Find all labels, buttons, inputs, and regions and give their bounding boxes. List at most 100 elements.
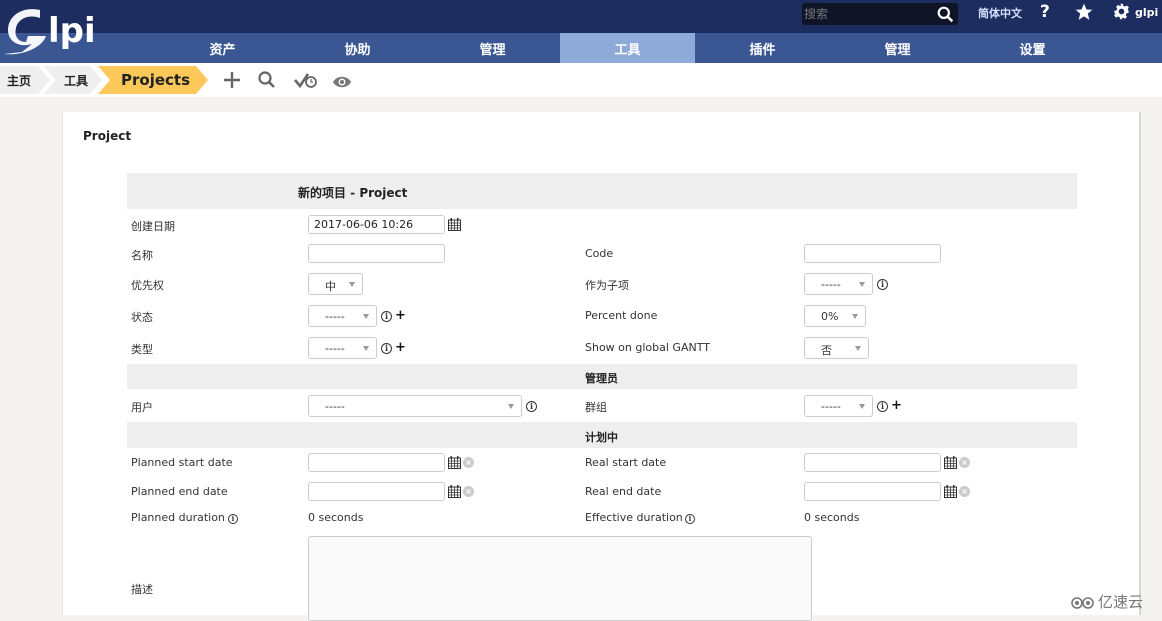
gear-icon[interactable] xyxy=(1113,3,1130,20)
language-selector[interactable]: 简体中文 xyxy=(978,5,1022,21)
percent-done-label: Percent done xyxy=(585,309,658,322)
clear-icon[interactable]: × xyxy=(463,457,474,468)
add-group-icon[interactable]: + xyxy=(891,398,902,413)
breadcrumb-tools[interactable]: 工具 xyxy=(64,66,88,94)
nav-label: 设置 xyxy=(1019,42,1046,58)
planned-end-label: Planned end date xyxy=(131,485,228,498)
form-header-row xyxy=(127,173,1077,209)
breadcrumb-label: 主页 xyxy=(7,73,32,88)
star-icon[interactable] xyxy=(1074,2,1094,22)
clear-icon[interactable]: × xyxy=(959,486,970,497)
real-end-input[interactable] xyxy=(804,482,941,501)
calendar-icon[interactable] xyxy=(944,456,957,469)
parent-label: 作为子项 xyxy=(585,279,629,292)
add-status-icon[interactable]: + xyxy=(395,308,406,323)
breadcrumb-projects[interactable]: Projects xyxy=(121,66,190,94)
real-start-input[interactable] xyxy=(804,453,941,472)
planned-end-input[interactable] xyxy=(308,482,445,501)
real-end-label: Real end date xyxy=(585,485,662,498)
search-input[interactable] xyxy=(804,5,932,23)
info-icon[interactable]: i xyxy=(228,514,238,524)
page-title: Project xyxy=(83,129,132,143)
clear-icon[interactable]: × xyxy=(463,486,474,497)
eye-icon[interactable] xyxy=(332,72,352,92)
breadcrumb-label: Projects xyxy=(121,71,191,89)
planned-start-label: Planned start date xyxy=(131,456,233,469)
chevron-down-icon xyxy=(855,346,861,351)
chevron-down-icon xyxy=(363,314,369,319)
effective-duration-label: Effective duration xyxy=(585,511,683,524)
planned-duration-label: Planned duration xyxy=(131,511,225,524)
nav-item-management[interactable]: 管理 xyxy=(425,33,560,63)
nav-label: 插件 xyxy=(749,42,776,58)
planned-start-input[interactable] xyxy=(308,453,445,472)
glpi-logo[interactable]: lpi xyxy=(2,2,102,58)
info-icon[interactable]: i xyxy=(381,311,392,322)
add-type-icon[interactable]: + xyxy=(395,340,406,355)
breadcrumb-home[interactable]: 主页 xyxy=(7,66,31,94)
calendar-icon[interactable] xyxy=(944,485,957,498)
percent-done-value: 0% xyxy=(821,310,839,323)
nav-item-administration[interactable]: 管理 xyxy=(830,33,965,63)
priority-value: 中 xyxy=(325,280,336,293)
percent-done-select[interactable]: 0% xyxy=(804,305,866,327)
info-icon[interactable]: i xyxy=(526,401,537,412)
group-select[interactable]: ----- xyxy=(804,395,873,417)
info-icon[interactable]: i xyxy=(877,401,888,412)
clear-icon[interactable]: × xyxy=(959,457,970,468)
nav-item-tools[interactable]: 工具 xyxy=(560,33,695,63)
name-label: 名称 xyxy=(131,249,153,262)
nav-item-assistance[interactable]: 协助 xyxy=(290,33,425,63)
search-icon[interactable] xyxy=(257,70,277,90)
nav-item-plugins[interactable]: 插件 xyxy=(695,33,830,63)
creation-date-label: 创建日期 xyxy=(131,220,175,233)
planning-section-title: 计划中 xyxy=(585,431,618,444)
user-menu[interactable]: glpi xyxy=(1135,6,1158,19)
chevron-down-icon xyxy=(852,314,858,319)
cloud-logo-icon xyxy=(1071,596,1094,609)
type-select[interactable]: ----- xyxy=(308,337,377,359)
user-label: 用户 xyxy=(131,401,153,414)
info-icon[interactable]: i xyxy=(685,514,695,524)
info-icon[interactable]: i xyxy=(877,279,888,290)
add-icon[interactable] xyxy=(222,70,242,90)
chevron-down-icon xyxy=(859,282,865,287)
description-label: 描述 xyxy=(131,583,153,596)
type-value: ----- xyxy=(325,342,345,355)
nav-item-assets[interactable]: 资产 xyxy=(155,33,290,63)
breadcrumb-label: 工具 xyxy=(64,73,89,88)
code-input[interactable] xyxy=(804,244,941,263)
priority-select[interactable]: 中 xyxy=(308,273,363,295)
status-label: 状态 xyxy=(131,311,153,324)
calendar-icon[interactable] xyxy=(448,218,461,231)
chevron-down-icon xyxy=(508,404,514,409)
status-select[interactable]: ----- xyxy=(308,305,377,327)
search-icon[interactable] xyxy=(937,6,954,23)
watermark-text: 亿速云 xyxy=(1098,593,1144,611)
form-header-title: 新的项目 - Project xyxy=(298,186,408,200)
show-gantt-select[interactable]: 否 xyxy=(804,337,869,359)
description-textarea[interactable] xyxy=(308,536,812,621)
nav-label: 管理 xyxy=(884,42,911,58)
chevron-down-icon xyxy=(859,404,865,409)
parent-select[interactable]: ----- xyxy=(804,273,873,295)
planned-duration-value: 0 seconds xyxy=(308,511,364,524)
type-label: 类型 xyxy=(131,343,153,356)
nav-label: 协助 xyxy=(344,42,371,58)
calendar-icon[interactable] xyxy=(448,485,461,498)
name-input[interactable] xyxy=(308,244,445,263)
check-clock-icon[interactable] xyxy=(294,70,318,90)
chevron-down-icon xyxy=(363,346,369,351)
help-button[interactable]: ? xyxy=(1040,2,1050,22)
global-search[interactable] xyxy=(802,3,958,25)
nav-label: 管理 xyxy=(479,42,506,58)
effective-duration-value: 0 seconds xyxy=(804,511,860,524)
real-start-label: Real start date xyxy=(585,456,667,469)
creation-date-input[interactable] xyxy=(308,215,445,234)
info-icon[interactable]: i xyxy=(381,343,392,354)
calendar-icon[interactable] xyxy=(448,456,461,469)
user-select[interactable]: ----- xyxy=(308,395,522,417)
watermark: 亿速云 xyxy=(1070,591,1143,612)
nav-item-setup[interactable]: 设置 xyxy=(965,33,1100,63)
nav-label: 资产 xyxy=(209,42,236,58)
